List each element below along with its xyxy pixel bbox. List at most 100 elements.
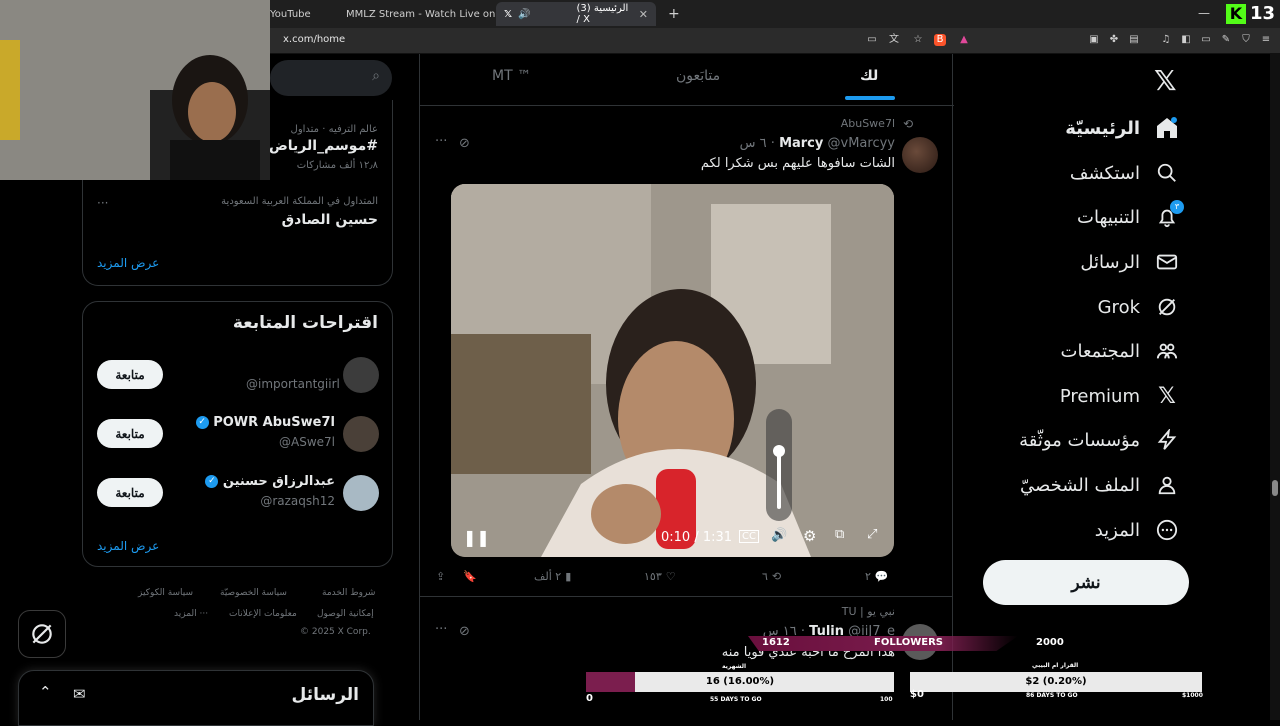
- expand-icon[interactable]: ⌃: [39, 683, 52, 701]
- vpn-icon[interactable]: ⛉: [1240, 34, 1252, 46]
- screen-icon[interactable]: ▭: [866, 34, 878, 46]
- avatar[interactable]: [343, 416, 379, 452]
- more-options-icon[interactable]: ···: [97, 196, 108, 210]
- search-icon: ⌕: [372, 68, 380, 84]
- nav-explore[interactable]: استكشف: [1070, 155, 1180, 191]
- volume-icon[interactable]: 🔊: [771, 528, 787, 543]
- suggestion-name[interactable]: عبدالرزاق حسنين ✓: [205, 474, 335, 489]
- extension2-icon[interactable]: ▤: [1128, 34, 1140, 46]
- tab-following[interactable]: متابَعون: [676, 68, 720, 84]
- lightning-icon: [1154, 427, 1180, 453]
- suggestion-name[interactable]: POWR AbuSwe7l ✓: [195, 415, 335, 430]
- settings-icon[interactable]: ⚙: [803, 527, 816, 545]
- tweet-header: Marcy @vMarcyy · ٦ س: [739, 136, 895, 151]
- x-logo-icon[interactable]: 𝕏: [1154, 64, 1177, 97]
- new-tab-button[interactable]: +: [660, 2, 680, 26]
- avatar[interactable]: [902, 137, 938, 173]
- share-button[interactable]: ⇪: [436, 570, 445, 583]
- dono-goal-text: $2 (0.20%): [1025, 676, 1087, 687]
- footer-link[interactable]: سياسة الخصوصيّة: [220, 588, 287, 598]
- music-icon[interactable]: ♫: [1160, 34, 1172, 46]
- nav-messages[interactable]: الرسائل: [1080, 244, 1180, 280]
- follow-button[interactable]: متابعة: [97, 419, 163, 448]
- grok-icon[interactable]: ⊘: [459, 624, 470, 639]
- divider: [420, 596, 952, 597]
- scrollbar-thumb[interactable]: [1272, 480, 1278, 496]
- grok-icon[interactable]: ⊘: [459, 136, 470, 151]
- tab-x-home[interactable]: 𝕏 🔊 (3) الرئيسية / X ✕: [496, 2, 656, 26]
- show-more-link[interactable]: عرض المزيد: [97, 256, 159, 270]
- puzzle-icon[interactable]: ✤: [1108, 34, 1120, 46]
- sub-goal-title: الشهرية: [722, 663, 746, 670]
- author-name[interactable]: Marcy: [779, 136, 823, 151]
- trend-title[interactable]: حسين الصادق: [282, 212, 378, 228]
- sub-goal-max: 100: [880, 696, 893, 703]
- chart-icon: ▮: [565, 570, 572, 583]
- pip-icon[interactable]: ⧉: [835, 527, 844, 542]
- trend-meta: عالم الترفيه · متداول: [290, 124, 378, 135]
- video-player[interactable]: ❚❚ 0:10 / 1:31 CC 🔊 ⚙ ⧉ ⤢: [451, 184, 894, 557]
- nav-more[interactable]: المزيد: [1095, 512, 1180, 548]
- more-options-icon[interactable]: ···: [435, 622, 447, 637]
- nav-verified-orgs[interactable]: مؤسسات موثّقة: [1019, 422, 1180, 458]
- tab-list[interactable]: MT ™: [492, 68, 531, 84]
- views-button[interactable]: ٢ ألف ▮: [534, 570, 571, 583]
- rewards-icon[interactable]: ▲: [958, 34, 970, 46]
- suggestion-handle: @razaqsh12: [260, 494, 335, 508]
- suggestion-handle: @importantgiirl: [246, 377, 340, 391]
- wallet-icon[interactable]: ▭: [1200, 34, 1212, 46]
- url-field[interactable]: x.com/home: [283, 34, 345, 45]
- nav-notifications[interactable]: ٣ التنبيهات: [1077, 199, 1184, 235]
- post-button[interactable]: نشر: [983, 560, 1189, 605]
- webcam-overlay: [0, 0, 270, 180]
- nav-label: Premium: [1059, 385, 1140, 407]
- volume-slider[interactable]: [766, 409, 792, 521]
- footer-link[interactable]: ··· المزيد: [174, 609, 208, 619]
- avatar[interactable]: [343, 475, 379, 511]
- sidebar-icon[interactable]: ◧: [1180, 34, 1192, 46]
- repost-button[interactable]: ٦ ⟲: [762, 570, 781, 583]
- fullscreen-icon[interactable]: ⤢: [867, 527, 877, 542]
- leo-icon[interactable]: ✎: [1220, 34, 1232, 46]
- footer-link[interactable]: سياسة الكوكيز: [138, 588, 193, 598]
- tab-for-you[interactable]: لك: [860, 68, 878, 84]
- follow-button[interactable]: متابعة: [97, 478, 163, 507]
- bookmark-button[interactable]: 🔖: [463, 570, 477, 583]
- nav-home[interactable]: الرئيسيّة: [1065, 110, 1180, 146]
- nav-communities[interactable]: المجتمعات: [1061, 333, 1180, 369]
- footer-link[interactable]: شروط الخدمة: [322, 588, 375, 598]
- minimize-icon[interactable]: —: [1198, 6, 1210, 20]
- like-button[interactable]: ١٥٣ ♡: [644, 570, 676, 583]
- more-options-icon[interactable]: ···: [435, 134, 447, 149]
- nav-profile[interactable]: الملف الشخصيّ: [1020, 467, 1180, 503]
- nav-premium[interactable]: 𝕏 Premium: [1060, 378, 1180, 414]
- reply-button[interactable]: ٢ 💬: [865, 570, 889, 583]
- footer-link[interactable]: إمكانية الوصول: [317, 609, 374, 619]
- dono-goal-title: القرار ام البيبي: [1032, 662, 1079, 669]
- trend-title[interactable]: #موسم_الرياض: [269, 138, 378, 154]
- grok-button[interactable]: [18, 610, 66, 658]
- follow-button[interactable]: متابعة: [97, 360, 163, 389]
- pause-icon[interactable]: ❚❚: [463, 528, 490, 547]
- menu-icon[interactable]: ≡: [1260, 34, 1272, 46]
- sub-goal-min: 0: [586, 693, 593, 704]
- brave-shield-icon[interactable]: B: [934, 34, 946, 46]
- volume-handle[interactable]: [773, 445, 785, 457]
- nav-grok[interactable]: Grok: [1098, 289, 1180, 325]
- close-tab-icon[interactable]: ✕: [639, 8, 648, 21]
- translate-icon[interactable]: 文: [888, 34, 900, 46]
- bell-icon: ٣: [1154, 200, 1184, 230]
- footer-link[interactable]: معلومات الإعلانات: [229, 609, 297, 619]
- tab-kick[interactable]: MMLZ Stream - Watch Live on Kick: [332, 2, 519, 26]
- tab-youtube[interactable]: YouTube: [262, 2, 332, 26]
- search-box[interactable]: ⌕: [270, 60, 392, 96]
- show-more-link[interactable]: عرض المزيد: [97, 539, 159, 553]
- page-scrollbar[interactable]: [1270, 54, 1280, 720]
- avatar[interactable]: [343, 357, 379, 393]
- captions-icon[interactable]: CC: [739, 530, 759, 543]
- messages-drawer[interactable]: الرسائل ✉ ⌃: [18, 670, 374, 726]
- dono-goal-bar: $2 (0.20%): [910, 672, 1202, 692]
- star-icon[interactable]: ☆: [912, 34, 924, 46]
- extension1-icon[interactable]: ▣: [1088, 34, 1100, 46]
- compose-message-icon[interactable]: ✉: [73, 685, 86, 703]
